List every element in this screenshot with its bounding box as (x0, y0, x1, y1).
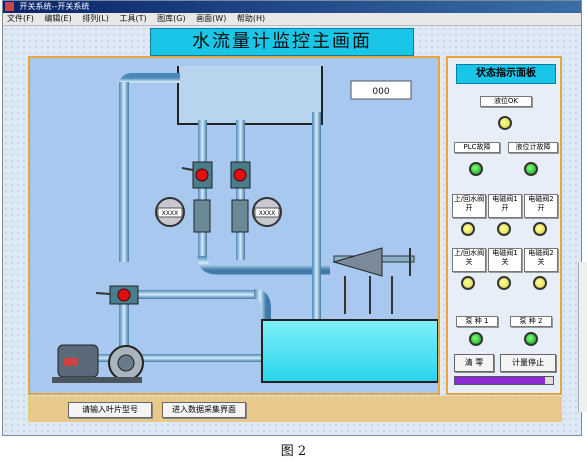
supply-return-open-label: 上/回水阀开 (452, 194, 486, 218)
valve2-close-label: 电磁阀2关 (524, 248, 558, 272)
menu-edit[interactable]: 编辑(E) (44, 14, 71, 23)
plc-fault-lamp (469, 162, 483, 176)
level-meter-fault-label: 液位计故障 (508, 142, 558, 153)
window-title: 开关系统--开关系统 (19, 2, 90, 11)
enter-blade-model-button[interactable]: 请输入叶片型号 (68, 402, 152, 418)
supply-return-close-lamp (461, 276, 475, 290)
valve2-open-lamp (533, 222, 547, 236)
menu-gallery[interactable]: 图库(G) (157, 14, 185, 23)
lower-tank (261, 319, 439, 383)
menu-tools[interactable]: 工具(T) (119, 14, 146, 23)
menu-bar: 文件(F) 编辑(E) 排列(L) 工具(T) 图库(G) 画面(W) 帮助(H… (3, 13, 581, 26)
solenoid-valve-1[interactable] (181, 161, 213, 189)
valve1-open-label: 电磁阀1开 (488, 194, 522, 218)
flowmeter-right-value: XXXX (259, 210, 275, 217)
flowmeter-right: XXXX (231, 197, 282, 233)
flowmeter-left-value: XXXX (162, 210, 178, 217)
app-icon (5, 2, 14, 11)
pump-motor (52, 344, 144, 383)
tank-level-value: 000 (372, 87, 389, 97)
page-title: 水流量计监控主画面 (150, 28, 414, 56)
supply-return-close-label: 上/回水阀关 (452, 248, 486, 272)
figure-caption: 图 2 (280, 444, 307, 459)
valve1-close-lamp (497, 276, 511, 290)
status-panel: 状态指示面板 液位OK PLC故障 液位计故障 上/回水阀开 电磁阀1开 电磁阀… (446, 56, 562, 395)
process-diagram: 000 XXXX XXXX (28, 56, 440, 395)
pump1-label: 泵 种 1 (456, 316, 498, 327)
liquid-level-label: 液位OK (480, 96, 532, 107)
stop-metering-button[interactable]: 计量停止 (500, 354, 556, 372)
tank-level-display: 000 (350, 80, 412, 100)
menu-screen[interactable]: 画面(W) (196, 14, 226, 23)
title-bar: 开关系统--开关系统 (3, 1, 581, 13)
metering-progress-fill (455, 377, 546, 384)
supply-return-open-lamp (461, 222, 475, 236)
process-diagram-svg: 000 XXXX XXXX (52, 66, 439, 383)
level-meter-fault-lamp (524, 162, 538, 176)
pump1-lamp (469, 332, 483, 346)
valve2-open-label: 电磁阀2开 (524, 194, 558, 218)
adjacent-window-edge (578, 262, 587, 412)
valve1-open-lamp (497, 222, 511, 236)
valve2-close-lamp (533, 276, 547, 290)
test-section (332, 247, 415, 314)
upper-tank (177, 66, 323, 125)
flowmeter-left: XXXX (155, 197, 211, 233)
pump2-label: 泵 种 2 (510, 316, 552, 327)
plc-fault-label: PLC故障 (454, 142, 500, 153)
supply-return-valve[interactable] (95, 285, 139, 305)
menu-file[interactable]: 文件(F) (7, 14, 34, 23)
liquid-level-lamp (498, 116, 512, 130)
enter-data-acquisition-button[interactable]: 进入数据采集界面 (162, 402, 246, 418)
status-panel-title: 状态指示面板 (456, 64, 556, 84)
valve1-close-label: 电磁阀1关 (488, 248, 522, 272)
pump2-lamp (524, 332, 538, 346)
menu-arrange[interactable]: 排列(L) (82, 14, 109, 23)
metering-progress-bar (454, 376, 554, 385)
solenoid-valve-2[interactable] (230, 161, 251, 189)
menu-help[interactable]: 帮助(H) (237, 14, 265, 23)
clear-button[interactable]: 清 零 (454, 354, 494, 372)
